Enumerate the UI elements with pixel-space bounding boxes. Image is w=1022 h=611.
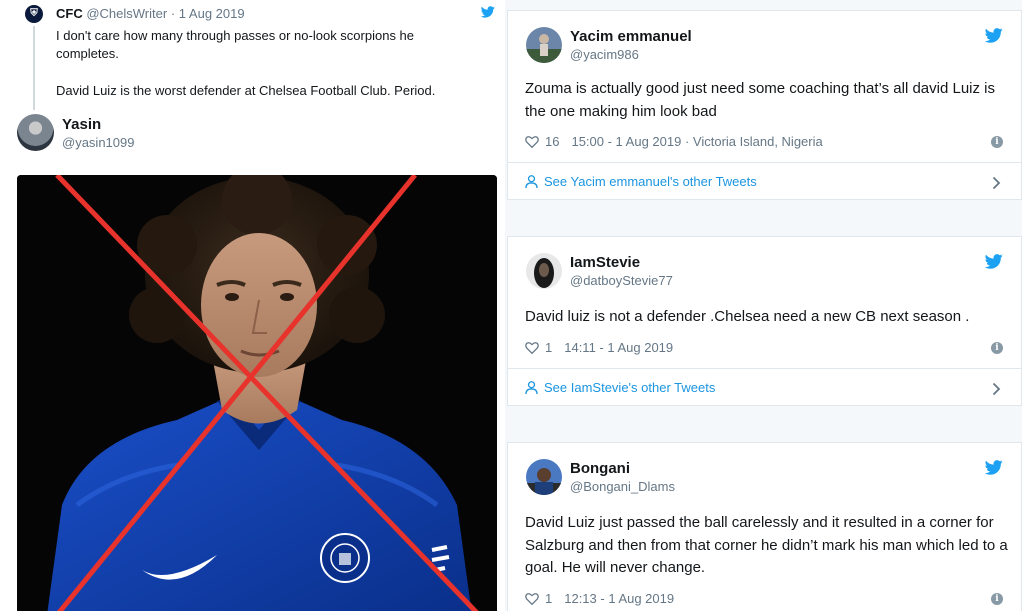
author-name[interactable]: IamStevie bbox=[570, 254, 640, 271]
tweet-meta: 1 12:13 - 1 Aug 2019 bbox=[525, 591, 674, 606]
tweet-timestamp[interactable]: 12:13 - 1 Aug 2019 bbox=[564, 591, 674, 606]
see-other-tweets-link[interactable]: See IamStevie's other Tweets bbox=[525, 380, 715, 395]
tweet-card[interactable]: Bongani @Bongani_Dlams David Luiz just p… bbox=[507, 442, 1022, 611]
tweet-meta: 1 14:11 - 1 Aug 2019 bbox=[525, 340, 673, 355]
tweet-text: David Luiz just passed the ball careless… bbox=[525, 514, 1008, 576]
quoted-tweet-line-1: I don't care how many through passes or … bbox=[56, 28, 415, 61]
tweet-card[interactable]: Yacim emmanuel @yacim986 Zouma is actual… bbox=[507, 10, 1022, 200]
author-name[interactable]: Bongani bbox=[570, 460, 630, 477]
see-other-tweets-link[interactable]: See Yacim emmanuel's other Tweets bbox=[525, 174, 757, 189]
avatar-image bbox=[526, 27, 562, 63]
tweet-card[interactable]: IamStevie @datboyStevie77 David luiz is … bbox=[507, 236, 1022, 406]
quoted-author-name[interactable]: CFC bbox=[56, 6, 83, 21]
yasin-name[interactable]: Yasin bbox=[62, 116, 101, 133]
twitter-bird-icon[interactable] bbox=[985, 254, 1003, 269]
author-handle[interactable]: @Bongani_Dlams bbox=[570, 479, 675, 494]
tweet-photo[interactable] bbox=[17, 175, 497, 611]
author-name[interactable]: Yacim emmanuel bbox=[570, 28, 692, 45]
info-icon[interactable]: i bbox=[991, 136, 1003, 148]
quoted-tweet-date[interactable]: 1 Aug 2019 bbox=[179, 6, 245, 21]
avatar[interactable] bbox=[526, 253, 562, 289]
tweet-text: Zouma is actually good just need some co… bbox=[525, 80, 995, 120]
like-count[interactable]: 1 bbox=[545, 591, 552, 606]
quoted-tweet[interactable]: ⛨ CFC @ChelsWriter · 1 Aug 2019 I don't … bbox=[0, 0, 505, 112]
yasin-avatar[interactable] bbox=[17, 114, 54, 151]
info-icon[interactable]: i bbox=[991, 342, 1003, 354]
left-tweet-panel: ⛨ CFC @ChelsWriter · 1 Aug 2019 I don't … bbox=[0, 0, 505, 611]
avatar[interactable] bbox=[526, 27, 562, 63]
see-other-tweets-label[interactable]: See Yacim emmanuel's other Tweets bbox=[544, 174, 757, 189]
chevron-right-icon[interactable] bbox=[992, 176, 1001, 190]
avatar-image bbox=[526, 459, 562, 495]
embedded-tweets-panel: Yacim emmanuel @yacim986 Zouma is actual… bbox=[505, 0, 1022, 611]
divider bbox=[508, 162, 1022, 163]
twitter-bird-icon[interactable] bbox=[985, 28, 1003, 43]
tweet-meta: 16 15:00 - 1 Aug 2019 · Victoria Island,… bbox=[525, 134, 823, 149]
tweet-timestamp[interactable]: 15:00 - 1 Aug 2019 bbox=[571, 134, 681, 149]
twitter-bird-icon[interactable] bbox=[985, 460, 1003, 475]
info-icon[interactable]: i bbox=[991, 593, 1003, 605]
heart-icon[interactable] bbox=[525, 341, 539, 354]
quoted-tweet-header: CFC @ChelsWriter · 1 Aug 2019 bbox=[56, 6, 245, 21]
person-icon bbox=[525, 174, 538, 188]
quoted-tweet-body: I don't care how many through passes or … bbox=[56, 27, 476, 100]
twitter-bird-icon[interactable] bbox=[481, 6, 495, 18]
meta-separator: · bbox=[681, 134, 693, 149]
thread-line bbox=[33, 26, 35, 110]
author-handle[interactable]: @yacim986 bbox=[570, 47, 639, 62]
yasin-handle[interactable]: @yasin1099 bbox=[62, 135, 134, 150]
crossed-out-player-image bbox=[17, 175, 497, 611]
heart-icon[interactable] bbox=[525, 592, 539, 605]
heart-icon[interactable] bbox=[525, 135, 539, 148]
avatar-image bbox=[526, 253, 562, 289]
tweet-location[interactable]: Victoria Island, Nigeria bbox=[693, 134, 823, 149]
avatar[interactable] bbox=[526, 459, 562, 495]
see-other-tweets-label[interactable]: See IamStevie's other Tweets bbox=[544, 380, 715, 395]
separator-dot: · bbox=[170, 6, 176, 21]
tweet-text: David luiz is not a defender .Chelsea ne… bbox=[525, 308, 970, 325]
divider bbox=[508, 368, 1022, 369]
author-handle[interactable]: @datboyStevie77 bbox=[570, 273, 673, 288]
chevron-right-icon[interactable] bbox=[992, 382, 1001, 396]
quoted-tweet-line-2: David Luiz is the worst defender at Chel… bbox=[56, 83, 436, 98]
cfc-avatar[interactable]: ⛨ bbox=[25, 5, 43, 23]
tweet-timestamp[interactable]: 14:11 - 1 Aug 2019 bbox=[564, 340, 673, 355]
like-count[interactable]: 16 bbox=[545, 134, 559, 149]
like-count[interactable]: 1 bbox=[545, 340, 552, 355]
person-icon bbox=[525, 380, 538, 394]
quoted-author-handle[interactable]: @ChelsWriter bbox=[86, 6, 167, 21]
